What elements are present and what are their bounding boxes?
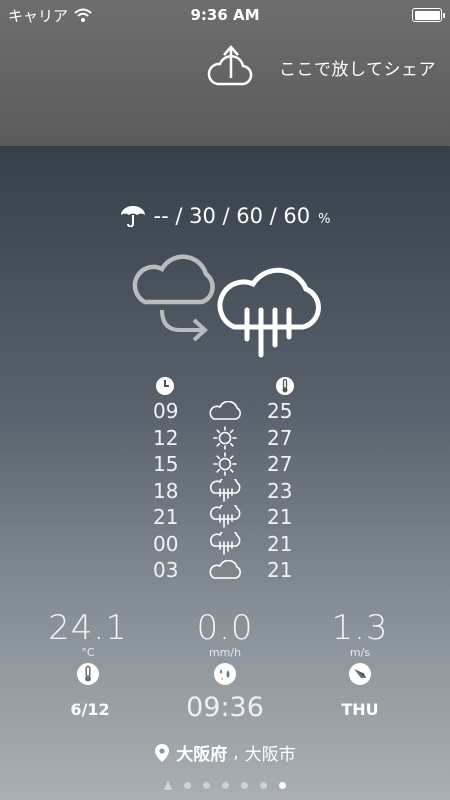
- hourly-hour: 09: [153, 399, 179, 424]
- share-label: ここで放してシェア: [279, 59, 436, 80]
- wind-stat: 1.3 m/s: [300, 608, 420, 690]
- hourly-temp: 21: [267, 505, 293, 530]
- hourly-forecast: 09 25 12 27 15 27 18 23 21 21 00 21 03 21: [145, 374, 305, 584]
- page-dot[interactable]: [241, 781, 248, 789]
- rain-cloud-icon: [195, 531, 255, 556]
- hourly-row: 00 21: [145, 531, 305, 558]
- rain-cloud-icon: [195, 478, 255, 503]
- rain-cloud-icon: [195, 505, 255, 529]
- precipitation-unit: %: [318, 211, 331, 227]
- temperature-value: 24.1: [48, 608, 128, 648]
- carrier-label: キャリア: [8, 6, 69, 25]
- rainfall-value: 0.0: [196, 608, 254, 648]
- cloud-icon: [132, 254, 215, 305]
- precipitation-probability: -- / 30 / 60 / 60 %: [0, 204, 450, 228]
- hourly-row: 15 27: [145, 451, 305, 478]
- weather-transition-icon: [132, 254, 321, 358]
- hourly-hour: 15: [153, 452, 179, 477]
- hourly-row: 12 27: [145, 425, 305, 452]
- battery-icon: [412, 8, 445, 22]
- hourly-temp: 27: [267, 452, 293, 477]
- location-pin-icon: [155, 743, 170, 762]
- sun-icon: [195, 452, 255, 477]
- wifi-icon: [74, 8, 92, 22]
- rainfall-unit: mm/h: [208, 646, 242, 659]
- location-prefecture: 大阪府: [176, 745, 228, 765]
- temperature-unit: °C: [81, 646, 95, 659]
- location-city: 大阪市: [244, 745, 296, 765]
- hourly-temp: 25: [267, 399, 293, 424]
- hourly-temp: 27: [267, 425, 293, 450]
- cloud-upload-icon: [207, 45, 253, 86]
- precipitation-values: -- / 30 / 60 / 60: [153, 204, 311, 228]
- status-bar: キャリア 9:36 AM: [0, 0, 450, 30]
- weather-main: -- / 30 / 60 / 60 % 09 25 12 27 15 27 18…: [0, 146, 450, 800]
- hourly-temp: 21: [267, 558, 293, 583]
- arrow-right-icon: [160, 309, 208, 342]
- hourly-hour: 18: [153, 478, 179, 503]
- hourly-hour: 03: [153, 558, 179, 583]
- page-dot[interactable]: [279, 781, 286, 789]
- clock-label: 09:36: [186, 692, 264, 723]
- hourly-row: 09 25: [145, 398, 305, 425]
- hourly-rows: 09 25 12 27 15 27 18 23 21 21 00 21 03 21: [145, 398, 305, 584]
- page-dot[interactable]: [184, 781, 191, 789]
- sun-icon: [195, 425, 255, 450]
- hourly-row: 18 23: [145, 478, 305, 505]
- raindrop-icon: [214, 663, 236, 685]
- page-dot[interactable]: [260, 781, 267, 789]
- date-label: 6/12: [70, 700, 110, 719]
- temperature-stat: 24.1 °C: [28, 608, 148, 690]
- thermometer-icon: [77, 663, 99, 685]
- location[interactable]: 大阪府 , 大阪市: [0, 740, 450, 765]
- location-separator: ,: [233, 742, 239, 763]
- page-dot[interactable]: [222, 781, 229, 789]
- page-dot[interactable]: [203, 781, 210, 789]
- thermometer-icon: [276, 377, 294, 395]
- page-indicator[interactable]: [0, 780, 450, 790]
- hourly-row: 03 21: [145, 557, 305, 584]
- hourly-hour: 21: [153, 505, 179, 530]
- status-left: キャリア: [8, 5, 92, 26]
- current-location-indicator-icon: [164, 780, 172, 790]
- weekday-label: THU: [341, 700, 379, 719]
- hourly-temp: 23: [267, 478, 293, 503]
- cloud-icon: [195, 560, 255, 580]
- umbrella-icon: [120, 206, 145, 227]
- share-area[interactable]: ここで放してシェア: [205, 44, 436, 90]
- rain-cloud-icon: [217, 267, 321, 358]
- rainfall-stat: 0.0 mm/h: [165, 608, 285, 690]
- wind-value: 1.3: [331, 608, 389, 648]
- cloud-icon: [195, 401, 255, 421]
- hourly-header: [145, 374, 305, 398]
- hourly-row: 21 21: [145, 504, 305, 531]
- wind-direction-icon: [349, 663, 371, 685]
- hourly-hour: 00: [153, 531, 179, 556]
- wind-unit: m/s: [349, 646, 371, 659]
- hourly-temp: 21: [267, 531, 293, 556]
- hourly-hour: 12: [153, 425, 179, 450]
- clock-icon: [156, 377, 174, 395]
